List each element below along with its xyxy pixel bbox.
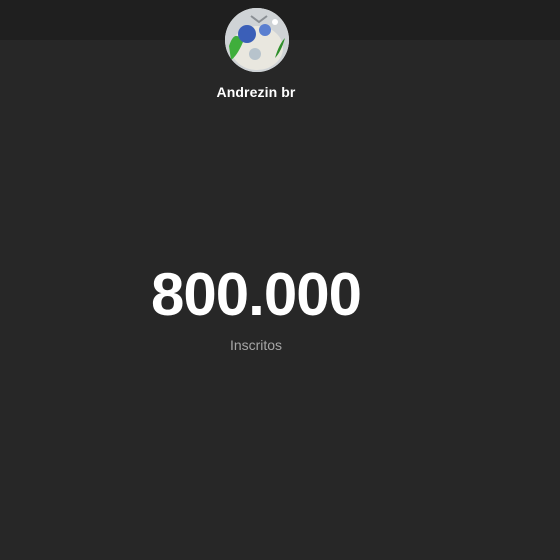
subscriber-label: Inscritos xyxy=(229,337,283,353)
channel-name[interactable]: Andrezin br xyxy=(0,84,512,100)
avatar-image xyxy=(225,8,289,72)
channel-avatar-icon[interactable] xyxy=(225,8,289,72)
subscriber-count: 800.000 xyxy=(151,261,362,328)
subscriber-counter-page: Andrezin br 800.000 Inscritos xyxy=(0,0,560,560)
